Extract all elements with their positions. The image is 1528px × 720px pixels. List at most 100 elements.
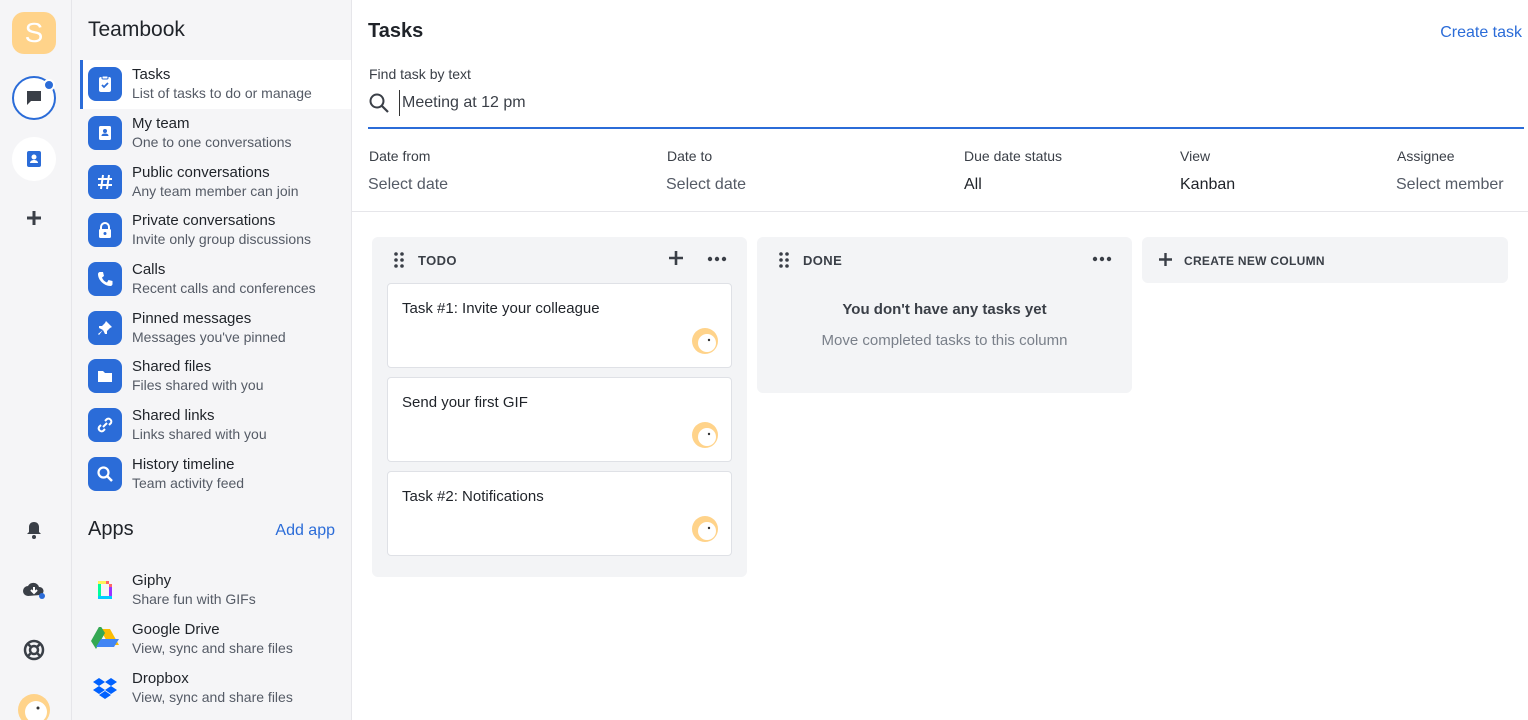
app-window: S Teambook Tasks List of tasks to do or … bbox=[0, 0, 1528, 720]
task-card[interactable]: Send your first GIF bbox=[387, 377, 732, 462]
filter-date-from[interactable]: Date from Select date bbox=[368, 148, 448, 194]
contact-book-icon bbox=[88, 116, 122, 151]
filter-value: All bbox=[964, 176, 982, 193]
task-card-title: Task #2: Notifications bbox=[402, 488, 544, 505]
contacts-button[interactable] bbox=[12, 137, 56, 181]
sidebar-item-private-conversations[interactable]: Private conversations Invite only group d… bbox=[80, 206, 351, 255]
clipboard-icon bbox=[88, 67, 122, 102]
google-drive-logo-icon bbox=[88, 622, 122, 656]
sidebar-nav: Tasks List of tasks to do or manage My te… bbox=[80, 60, 351, 499]
filter-label: Date to bbox=[667, 148, 713, 164]
filter-assignee[interactable]: Assignee Select member bbox=[1396, 148, 1504, 194]
sidebar-item-public-conversations[interactable]: Public conversations Any team member can … bbox=[80, 157, 351, 206]
page-title: Tasks bbox=[368, 20, 424, 42]
contact-book-icon bbox=[27, 151, 41, 167]
assignee-avatar bbox=[692, 422, 718, 448]
sidebar-item-tasks[interactable]: Tasks List of tasks to do or manage bbox=[80, 60, 351, 109]
user-avatar-icon bbox=[698, 522, 716, 540]
workspace-avatar[interactable]: S bbox=[12, 12, 56, 54]
sidebar-item-label: History timeline bbox=[132, 455, 235, 473]
sidebar-item-sub: Messages you've pinned bbox=[132, 328, 286, 345]
app-item-giphy[interactable]: Giphy Share fun with GIFs bbox=[80, 566, 351, 615]
kanban-column-todo: TODO Task #1: Invite your colleague Send… bbox=[372, 237, 747, 577]
assignee-avatar bbox=[692, 328, 718, 354]
empty-column-subtitle: Move completed tasks to this column bbox=[821, 332, 1068, 349]
chat-button[interactable] bbox=[12, 76, 56, 120]
user-avatar-icon bbox=[698, 428, 716, 446]
search-icon bbox=[369, 93, 389, 113]
download-button[interactable] bbox=[12, 568, 56, 612]
sidebar-item-my-team[interactable]: My team One to one conversations bbox=[80, 109, 351, 158]
task-card[interactable]: Task #2: Notifications bbox=[387, 471, 732, 556]
sidebar-item-sub: Invite only group discussions bbox=[132, 231, 311, 248]
cloud-download-icon bbox=[23, 582, 45, 599]
more-options-icon[interactable] bbox=[707, 249, 727, 269]
search-input[interactable] bbox=[399, 90, 1499, 116]
drag-handle-icon[interactable] bbox=[394, 251, 404, 269]
sidebar-item-label: Private conversations bbox=[132, 212, 276, 230]
notifications-button[interactable] bbox=[12, 508, 56, 552]
create-new-column-button[interactable]: CREATE NEW COLUMN bbox=[1142, 237, 1508, 283]
filter-value: Select member bbox=[1396, 176, 1504, 193]
app-item-label: Dropbox bbox=[132, 669, 189, 687]
sidebar-item-shared-links[interactable]: Shared links Links shared with you bbox=[80, 401, 351, 450]
add-task-plus-icon[interactable] bbox=[667, 249, 685, 267]
dropbox-logo-icon bbox=[88, 671, 122, 705]
filter-view[interactable]: View Kanban bbox=[1180, 148, 1235, 194]
sidebar-item-label: Calls bbox=[132, 261, 166, 279]
link-icon bbox=[88, 408, 122, 443]
sidebar-item-label: Pinned messages bbox=[132, 309, 252, 327]
folder-icon bbox=[88, 359, 122, 394]
apps-heading: Apps bbox=[88, 518, 134, 540]
plus-icon bbox=[27, 211, 41, 225]
sidebar-item-label: Shared links bbox=[132, 407, 215, 425]
lock-icon bbox=[88, 213, 122, 248]
more-options-icon[interactable] bbox=[1092, 249, 1112, 269]
app-item-sub: View, sync and share files bbox=[132, 688, 293, 705]
app-item-dropbox[interactable]: Dropbox View, sync and share files bbox=[80, 663, 351, 712]
app-item-google-drive[interactable]: Google Drive View, sync and share files bbox=[80, 615, 351, 664]
filter-value: Select date bbox=[666, 176, 747, 193]
column-header: TODO bbox=[372, 237, 747, 282]
empty-column-title: You don't have any tasks yet bbox=[842, 301, 1047, 318]
sidebar-item-label: Public conversations bbox=[132, 163, 270, 181]
sidebar-item-label: My team bbox=[132, 115, 190, 133]
search-icon bbox=[88, 456, 122, 491]
filter-date-to[interactable]: Date to Select date bbox=[666, 148, 747, 194]
filters-divider bbox=[352, 211, 1528, 212]
task-card-title: Send your first GIF bbox=[402, 394, 528, 411]
giphy-logo-icon bbox=[88, 573, 122, 607]
sidebar-item-history-timeline[interactable]: History timeline Team activity feed bbox=[80, 450, 351, 499]
create-task-link[interactable]: Create task bbox=[1440, 24, 1522, 42]
add-app-link[interactable]: Add app bbox=[275, 522, 335, 540]
task-card[interactable]: Task #1: Invite your colleague bbox=[387, 283, 732, 368]
user-avatar-icon bbox=[698, 334, 716, 352]
assignee-avatar bbox=[692, 516, 718, 542]
sidebar-title: Teambook bbox=[88, 18, 185, 41]
column-header: DONE bbox=[757, 237, 1132, 282]
sidebar-item-calls[interactable]: Calls Recent calls and conferences bbox=[80, 255, 351, 304]
create-new-column-label: CREATE NEW COLUMN bbox=[1184, 254, 1325, 268]
workspace-rail: S bbox=[0, 0, 72, 720]
user-avatar-icon bbox=[25, 701, 47, 720]
help-button[interactable] bbox=[12, 628, 56, 672]
sidebar-item-shared-files[interactable]: Shared files Files shared with you bbox=[80, 352, 351, 401]
add-workspace-button[interactable] bbox=[12, 196, 56, 240]
notification-dot bbox=[43, 79, 55, 91]
phone-icon bbox=[88, 262, 122, 297]
plus-icon bbox=[1159, 253, 1172, 266]
sidebar-item-sub: Team activity feed bbox=[132, 474, 245, 491]
apps-list: Giphy Share fun with GIFs Google Drive Vie… bbox=[80, 566, 351, 712]
drag-handle-icon[interactable] bbox=[779, 251, 789, 269]
user-avatar[interactable] bbox=[18, 694, 50, 720]
sidebar-item-sub: List of tasks to do or manage bbox=[132, 85, 312, 102]
filter-due-date-status[interactable]: Due date status All bbox=[964, 148, 1062, 194]
task-card-title: Task #1: Invite your colleague bbox=[402, 300, 600, 317]
sidebar-item-sub: One to one conversations bbox=[132, 134, 292, 151]
search-label: Find task by text bbox=[369, 66, 471, 82]
column-name: TODO bbox=[418, 253, 457, 268]
sidebar-item-label: Shared files bbox=[132, 358, 212, 376]
sidebar-item-sub: Any team member can join bbox=[132, 182, 299, 199]
sidebar-item-pinned-messages[interactable]: Pinned messages Messages you've pinned bbox=[80, 303, 351, 352]
filter-label: Assignee bbox=[1397, 148, 1455, 164]
